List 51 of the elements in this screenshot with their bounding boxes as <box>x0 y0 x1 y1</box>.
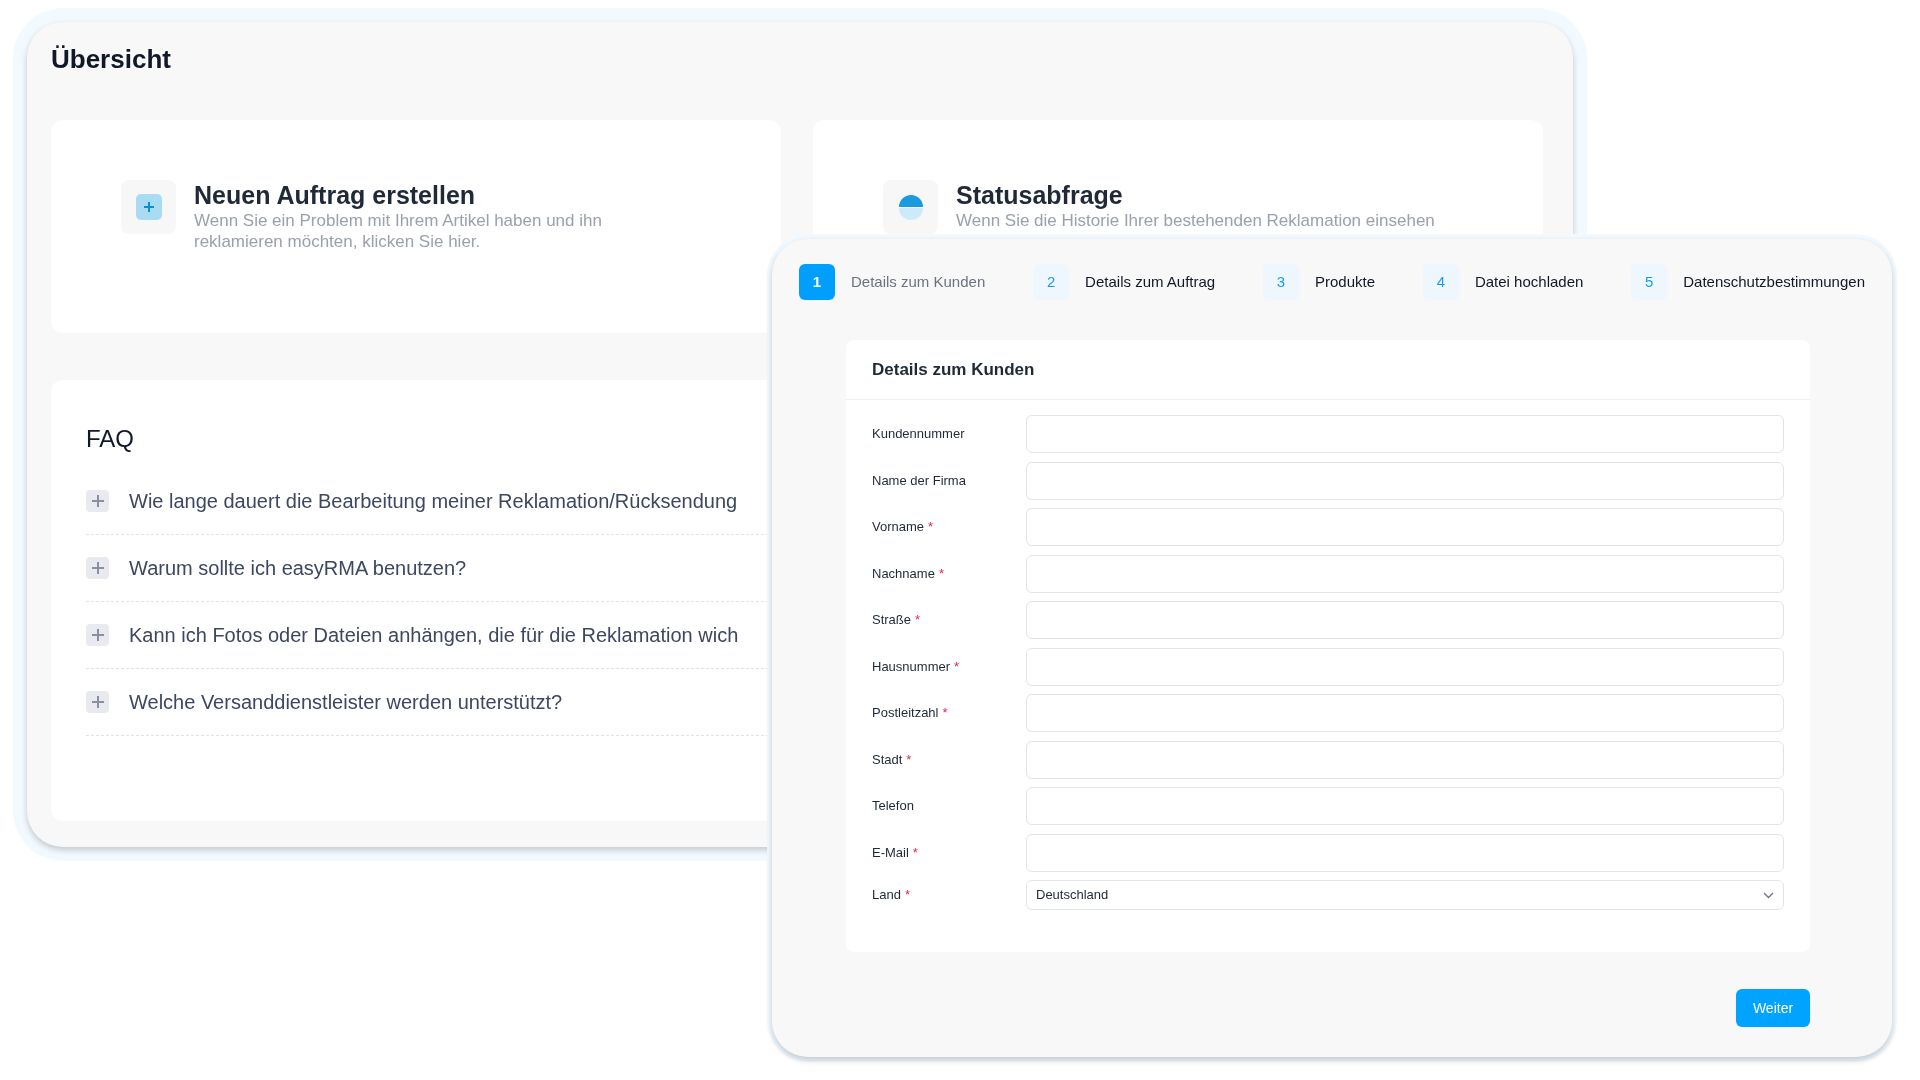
field-label: Nachname <box>872 564 935 583</box>
faq-question[interactable]: Kann ich Fotos oder Dateien anhängen, die für die Reklamation wich <box>129 620 739 650</box>
page-title: Übersicht <box>51 43 172 76</box>
field-label: Hausnummer <box>872 657 951 676</box>
action-card[interactable]: Neuen Auftrag erstellen Wenn Sie ein Problem mit Ihrem Artikel haben und ihn reklamieren möchten, klicken Sie hier. <box>51 120 781 333</box>
faq-question[interactable]: Wie lange dauert die Bearbeitung meiner Reklamation/Rücksendung <box>129 486 738 516</box>
plus-icon[interactable] <box>86 624 109 646</box>
card-title: Neuen Auftrag erstellen <box>194 180 477 210</box>
input-field[interactable] <box>1026 833 1784 872</box>
wizard-step[interactable]: 2 Details zum Auftrag <box>1033 264 1216 300</box>
field-label: Vorname <box>872 518 925 537</box>
plus-icon[interactable] <box>86 691 109 713</box>
required-mark: * <box>904 886 910 905</box>
input-field[interactable] <box>1026 601 1784 639</box>
field-label: Stadt <box>872 750 903 769</box>
chevron-down-icon <box>1763 891 1774 899</box>
card-title: Statusabfrage <box>956 180 1124 210</box>
field-label: E-Mail <box>872 843 909 862</box>
input-field[interactable] <box>1026 694 1784 732</box>
field-label: Kundennummer <box>872 425 965 444</box>
required-mark: * <box>954 657 960 676</box>
field-label: Telefon <box>872 797 914 816</box>
faq-title: FAQ <box>86 424 134 454</box>
input-field[interactable] <box>1026 508 1784 546</box>
card-description: Wenn Sie die Historie Ihrer bestehenden Reklamation einsehen <box>956 210 1435 231</box>
input-field[interactable] <box>1026 415 1784 453</box>
plus-icon <box>121 180 176 234</box>
form-title: Details zum Kunden <box>872 358 1035 381</box>
field-label: Straße <box>872 611 911 630</box>
input-field[interactable] <box>1026 647 1784 686</box>
required-mark: * <box>912 843 918 862</box>
faq-question[interactable]: Welche Versanddienstleister werden unterstützt? <box>129 687 563 717</box>
field-label: Postleitzahl <box>872 704 939 723</box>
faq-question[interactable]: Warum sollte ich easyRMA benutzen? <box>129 553 467 583</box>
field-label: Land <box>872 886 901 905</box>
card-description: Wenn Sie ein Problem mit Ihrem Artikel haben und ihn reklamieren möchten, klicken Sie hier. <box>194 210 603 252</box>
required-mark: * <box>938 564 944 583</box>
plus-icon[interactable] <box>86 490 109 512</box>
plus-icon[interactable] <box>86 557 109 579</box>
required-mark: * <box>906 750 912 769</box>
wizard-step[interactable]: 5 Datenschutzbestimmungen <box>1631 264 1865 300</box>
required-mark: * <box>915 611 921 630</box>
input-field[interactable] <box>1026 740 1784 779</box>
required-mark: * <box>928 518 934 537</box>
input-field[interactable] <box>1026 461 1784 500</box>
field-label: Name der Firma <box>872 471 966 490</box>
wizard-step[interactable]: 3 Produkte <box>1263 264 1376 300</box>
select-field[interactable]: Deutschland <box>1026 880 1784 910</box>
input-field[interactable] <box>1026 554 1784 593</box>
input-field[interactable] <box>1026 787 1784 825</box>
required-mark: * <box>942 704 948 723</box>
